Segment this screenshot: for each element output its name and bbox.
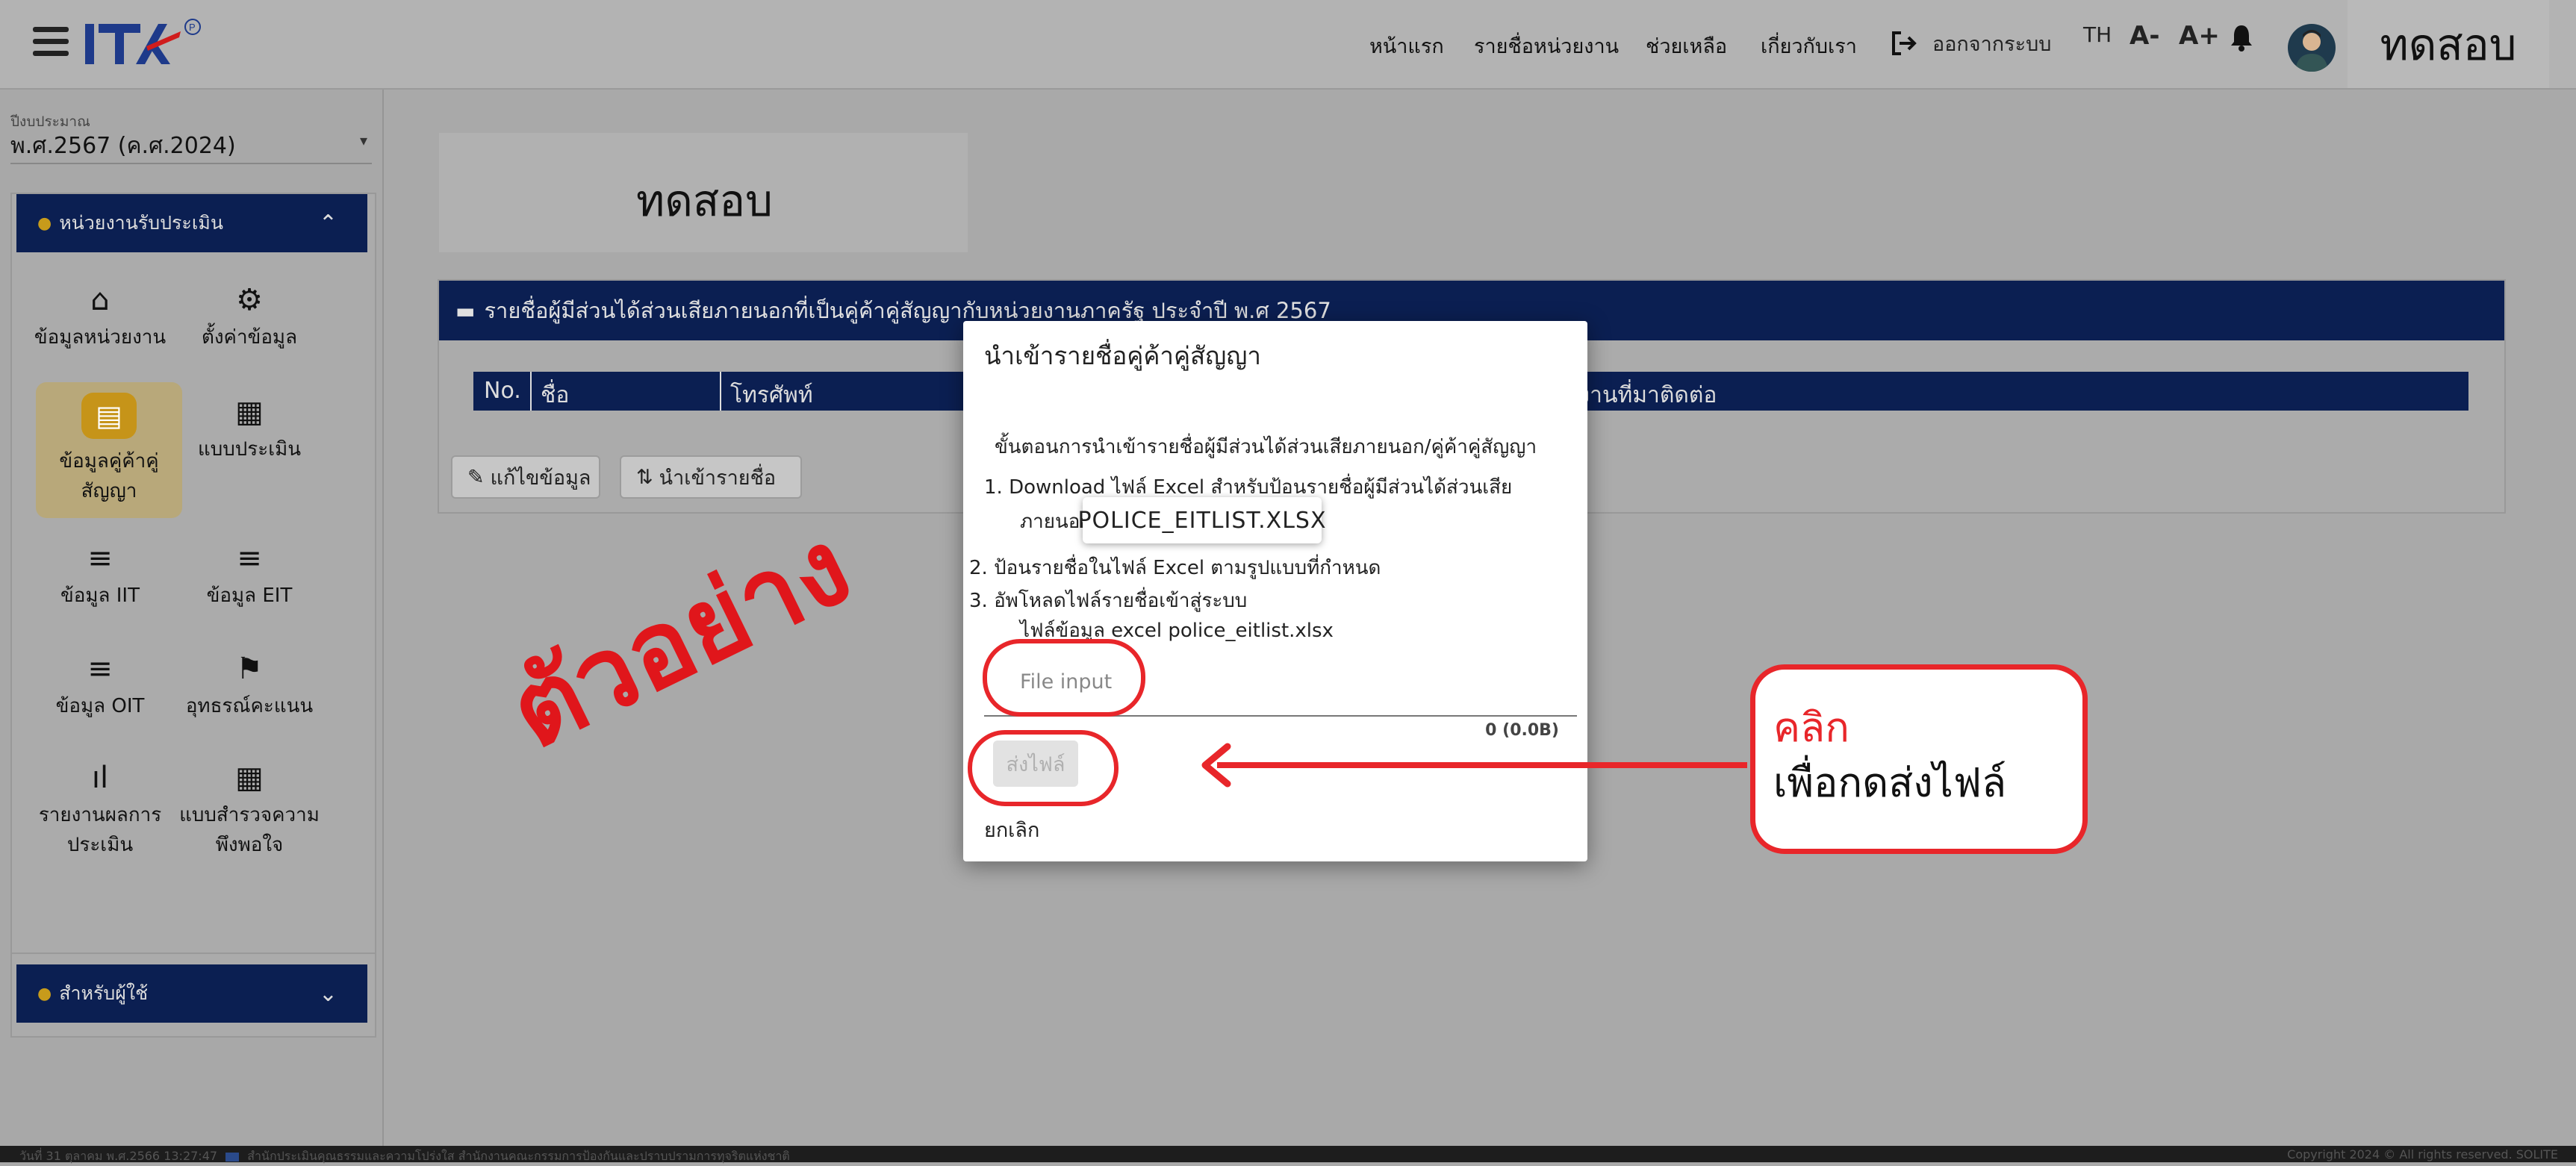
- sample-watermark: ตัวอย่าง: [491, 505, 869, 773]
- file-size: 0 (0.0B): [1485, 721, 1559, 740]
- avatar[interactable]: [2288, 24, 2336, 72]
- menu-icon[interactable]: [33, 24, 75, 57]
- arrow-icon: [1201, 743, 1747, 788]
- sidebar-item-label: แบบประเมิน: [198, 438, 301, 461]
- section-header-assessed-agency[interactable]: ● หน่วยงานรับประเมิน ⌃: [16, 194, 367, 252]
- sidebar-item-assessment-form[interactable]: ▦ แบบประเมิน: [176, 394, 323, 464]
- sidebar-item-label: ข้อมูลหน่วยงาน: [34, 326, 167, 349]
- agency-name: ทดสอบ: [636, 175, 773, 226]
- assessed-agency-menu: ● หน่วยงานรับประเมิน ⌃ ⌂ ข้อมูลหน่วยงาน …: [10, 193, 376, 1032]
- font-increase-button[interactable]: A+: [2179, 21, 2220, 51]
- sidebar-item-label: อุทธรณ์คะแนน: [185, 695, 314, 717]
- agency-card: ทดสอบ: [439, 133, 968, 252]
- nav-help[interactable]: ช่วยเหลือ: [1646, 30, 1727, 60]
- step-3: 3. อัพโหลดไฟล์รายชื่อเข้าสู่ระบบ: [969, 590, 1248, 612]
- chevron-up-icon: ⌃: [318, 210, 337, 237]
- sidebar-item-oit[interactable]: ≡ ข้อมูล OIT: [27, 651, 173, 721]
- qr-icon: ▦: [235, 761, 264, 795]
- sidebar-item-label: รายงานผลการประเมิน: [38, 804, 162, 856]
- nav-about[interactable]: เกี่ยวกับเรา: [1761, 30, 1857, 60]
- sidebar-item-label: ตั้งค่าข้อมูล: [201, 326, 298, 349]
- chevron-down-icon: ⌄: [318, 980, 337, 1007]
- section-title: สำหรับผู้ใช้: [59, 982, 149, 1004]
- col-no: No.: [484, 378, 521, 404]
- section-header-user[interactable]: ● สำหรับผู้ใช้ ⌄: [16, 964, 367, 1023]
- sidebar-item-agency-info[interactable]: ⌂ ข้อมูลหน่วยงาน: [27, 282, 173, 352]
- sidebar-item-label: ข้อมูลคู่ค้าคู่สัญญา: [59, 450, 159, 502]
- checklist-icon: ≡: [237, 541, 262, 576]
- edit-label: แก้ไขข้อมูล: [490, 466, 591, 490]
- highlight-ring-send-button: [968, 730, 1119, 806]
- step-2: 2. ป้อนรายชื่อในไฟล์ Excel ตามรูปแบบที่ก…: [969, 557, 1381, 579]
- import-label: นำเข้ารายชื่อ: [659, 466, 777, 490]
- footer-datetime: วันที่ 31 ตุลาคม พ.ศ.2566 13:27:47: [19, 1149, 218, 1163]
- username-display: ทดสอบ: [2348, 0, 2549, 88]
- sidebar-item-label: ข้อมูล IIT: [60, 584, 140, 607]
- bell-icon[interactable]: [2228, 22, 2255, 52]
- pencil-icon: ✎: [467, 465, 485, 489]
- checklist-icon: ≡: [87, 652, 113, 686]
- divider: [10, 163, 372, 164]
- sidebar-item-appeal[interactable]: ⚑ อุทธรณ์คะแนน: [176, 651, 323, 721]
- user-avatar-icon: [2295, 30, 2328, 72]
- caret-down-icon[interactable]: ▾: [360, 131, 367, 149]
- footer: วันที่ 31 ตุลาคม พ.ศ.2566 13:27:47 สำนัก…: [0, 1146, 2576, 1163]
- logout-label: ออกจากระบบ: [1932, 32, 2052, 56]
- col-name: ชื่อ: [541, 382, 570, 408]
- nav-home[interactable]: หน้าแรก: [1369, 30, 1444, 60]
- footer-left: วันที่ 31 ตุลาคม พ.ศ.2566 13:27:47 สำนัก…: [19, 1147, 790, 1166]
- footer-copyright: Copyright 2024 © All rights reserved. SO…: [2287, 1147, 2558, 1162]
- edit-button[interactable]: ✎ แก้ไขข้อมูล: [451, 455, 600, 499]
- steps-heading: ขั้นตอนการนำเข้ารายชื่อผู้มีส่วนได้ส่วนเ…: [995, 436, 1537, 458]
- footer-org: สำนักประเมินคุณธรรมและความโปร่งใส สำนักง…: [247, 1149, 790, 1163]
- user-icon: ●: [37, 984, 52, 1003]
- fiscal-year-select[interactable]: พ.ศ.2567 (ค.ศ.2024): [10, 128, 236, 163]
- calendar-icon: [225, 1152, 240, 1162]
- sidebar: ปีงบประมาณ พ.ศ.2567 (ค.ศ.2024) ▾ ● หน่วย…: [0, 90, 384, 1146]
- instruction-callout: คลิก เพื่อกดส่งไฟล์: [1750, 664, 2088, 854]
- ita-logo[interactable]: P: [84, 16, 211, 70]
- sidebar-item-iit[interactable]: ≡ ข้อมูล IIT: [27, 540, 173, 611]
- sidebar-item-report[interactable]: ıl รายงานผลการประเมิน: [27, 760, 173, 860]
- language-toggle[interactable]: TH: [2083, 22, 2112, 47]
- top-bar: P หน้าแรก รายชื่อหน่วยงาน ช่วยเหลือ เกี่…: [0, 0, 2576, 90]
- logout-icon: [1892, 31, 1917, 55]
- store-icon: ▬: [455, 298, 476, 323]
- flag-icon: ⚑: [236, 652, 263, 686]
- sidebar-item-label: ข้อมูล EIT: [206, 584, 293, 607]
- qr-icon: ▦: [235, 395, 264, 429]
- sidebar-item-survey[interactable]: ▦ แบบสำรวจความพึงพอใจ: [176, 760, 323, 860]
- col-phone: โทรศัพท์: [730, 382, 813, 408]
- dialog-title: นำเข้ารายชื่อคู่ค้าคู่สัญญา: [984, 341, 1261, 370]
- sidebar-item-settings[interactable]: ⚙ ตั้งค่าข้อมูล: [176, 282, 323, 352]
- section-title: หน่วยงานรับประเมิน: [59, 212, 223, 234]
- nav-agency-list[interactable]: รายชื่อหน่วยงาน: [1474, 30, 1619, 60]
- sidebar-item-contractors[interactable]: ▤ ข้อมูลคู่ค้าคู่สัญญา: [36, 382, 182, 518]
- sidebar-item-label: ข้อมูล OIT: [55, 695, 145, 717]
- bar-chart-icon: ıl: [91, 761, 109, 795]
- gear-icon: ⚙: [236, 283, 263, 317]
- sidebar-item-label: แบบสำรวจความพึงพอใจ: [179, 804, 320, 856]
- user-menu: ● สำหรับผู้ใช้ ⌄: [10, 953, 376, 1038]
- home-icon: ⌂: [90, 283, 110, 317]
- checklist-icon: ≡: [87, 541, 113, 576]
- cancel-button[interactable]: ยกเลิก: [984, 814, 1039, 846]
- download-link-tooltip[interactable]: POLICE_EITLIST.XLSX: [1077, 497, 1326, 543]
- sidebar-item-eit[interactable]: ≡ ข้อมูล EIT: [176, 540, 323, 611]
- store-icon: ▤: [81, 393, 137, 439]
- swap-icon: ⇅: [636, 465, 653, 489]
- highlight-ring-file-input: [983, 639, 1145, 717]
- import-button[interactable]: ⇅ นำเข้ารายชื่อ: [620, 455, 802, 499]
- font-decrease-button[interactable]: A-: [2129, 21, 2159, 51]
- logo-text: P: [189, 22, 196, 33]
- callout-line-2: เพื่อกดส่งไฟล์: [1773, 759, 2007, 806]
- user-icon: ●: [37, 213, 52, 233]
- logout-button[interactable]: ออกจากระบบ: [1891, 27, 2051, 60]
